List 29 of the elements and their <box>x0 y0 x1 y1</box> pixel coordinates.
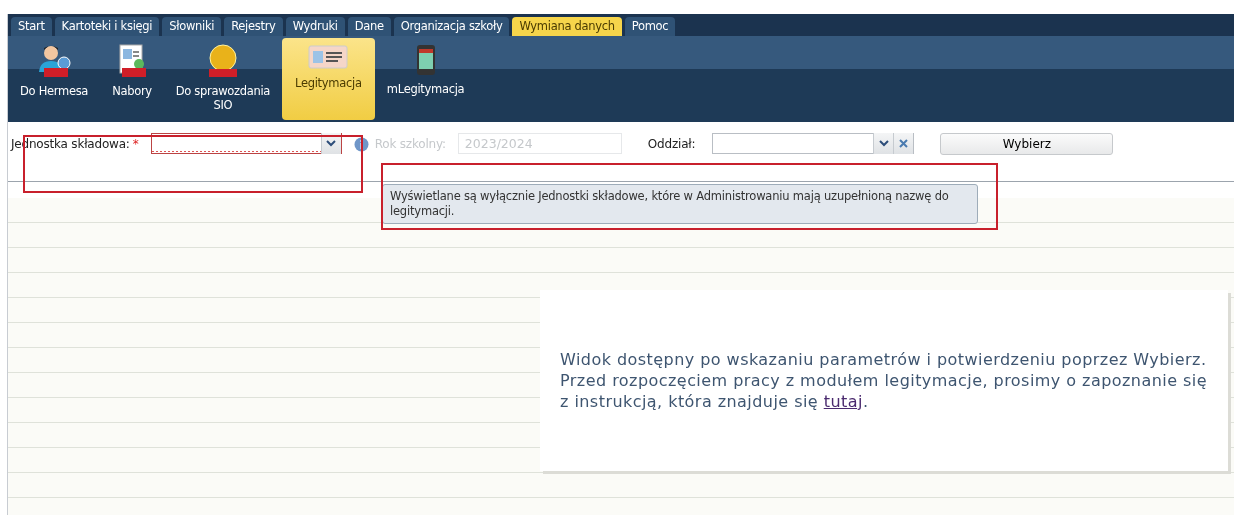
toolbar-button[interactable]: Do sprawozdania SIO <box>163 38 282 122</box>
person-pdf-icon <box>36 44 73 78</box>
menu-tab[interactable]: Pomoc <box>624 17 676 36</box>
link[interactable]: tutaj <box>823 392 863 411</box>
toolbar-button[interactable]: Do Hermesa <box>8 38 101 122</box>
dropdown-caret-icon <box>878 140 889 147</box>
menu-tab[interactable]: Organizacja szkoły <box>393 17 510 36</box>
info-icon <box>353 136 369 152</box>
toolbar-button[interactable]: mLegitymacja <box>374 38 477 122</box>
toolbar-button[interactable]: Legitymacja <box>281 38 375 120</box>
submit-button[interactable]: Wybierz <box>940 132 1114 155</box>
toolbar-button[interactable]: Nabory <box>100 38 164 122</box>
menu-tab[interactable]: Rejestry <box>224 17 283 36</box>
field-label: Oddział: <box>647 135 696 153</box>
menu-tab[interactable]: Słowniki <box>162 17 222 36</box>
unit-select[interactable] <box>150 133 342 154</box>
menu-tab[interactable]: Start <box>11 17 52 36</box>
message-text: Widok dostępny po wskazaniu parametrów i potwierdzeniu poprzez Wybierz. Przed rozpoczęciem pracy z modułem legitymacje, prosimy o zapoznanie się z instrukcją, która znajduje się tutaj. <box>560 349 1208 412</box>
required-mark: * <box>132 135 139 153</box>
phone-icon <box>415 44 436 76</box>
menu-tab[interactable]: Wydruki <box>285 17 345 36</box>
tooltip: Wyświetlane są wyłącznie Jednostki składowe, które w Administrowaniu mają uzupełnioną nazwę do legitymacji. <box>382 184 978 224</box>
menu-tab[interactable]: Wymiana danych <box>512 17 622 36</box>
menu-tab[interactable]: Kartoteki i księgi <box>54 17 160 36</box>
field-label: Rok szkolny: <box>374 135 446 153</box>
dropdown-caret-icon <box>326 140 337 147</box>
clear-icon[interactable] <box>899 139 909 148</box>
menu-tab[interactable]: Dane <box>347 17 391 36</box>
id-card-icon <box>308 44 349 70</box>
